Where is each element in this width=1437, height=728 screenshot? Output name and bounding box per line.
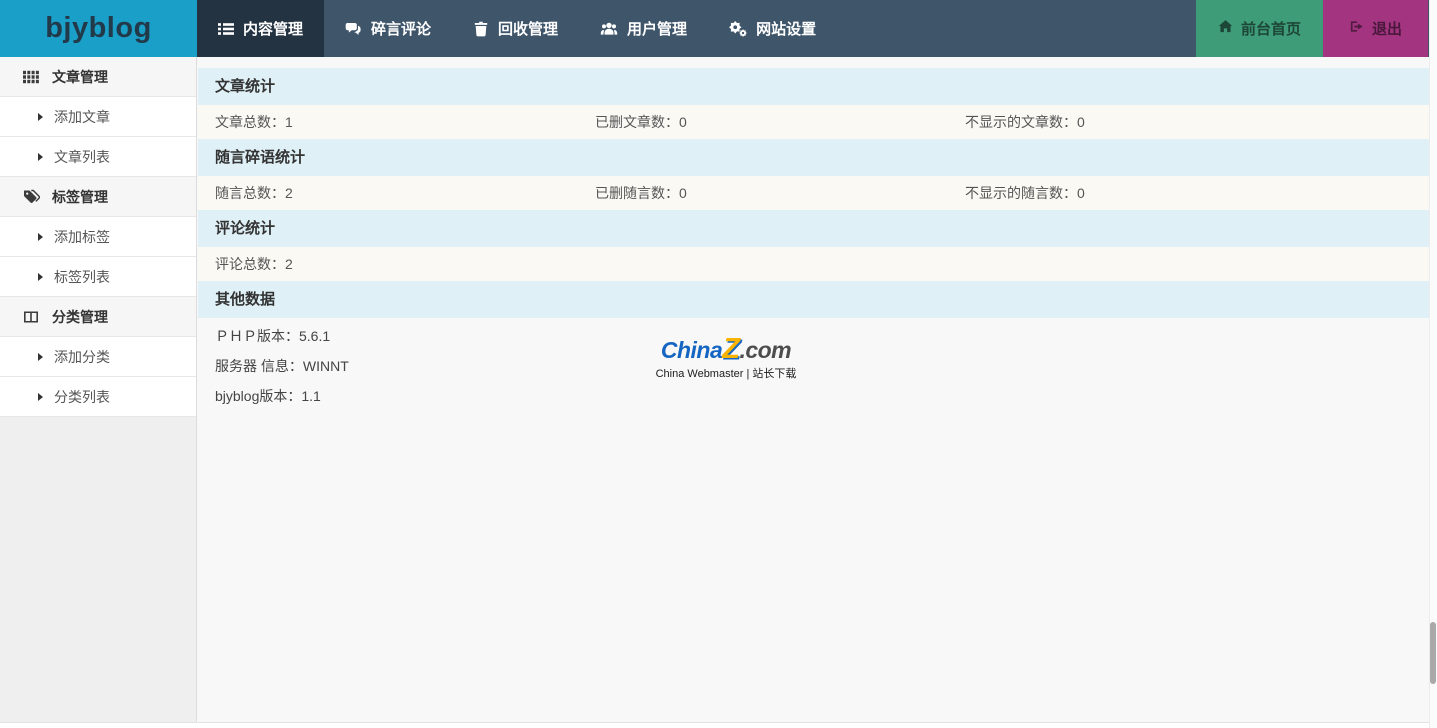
caret-right-icon — [38, 233, 43, 241]
logo[interactable]: bjyblog — [0, 0, 197, 57]
nav-item-label: 网站设置 — [756, 18, 816, 39]
other-data-body: ＰＨＰ版本：5.6.1 服务器 信息：WINNT bjyblog版本：1.1 C… — [198, 318, 1429, 423]
gears-icon — [729, 21, 747, 37]
nav-item-users[interactable]: 用户管理 — [579, 0, 708, 57]
chinaz-logo-z: Z — [722, 333, 739, 365]
stats-row: 文章总数：1 已删文章数：0 不显示的文章数：0 — [198, 105, 1429, 139]
sidebar-item-article-list[interactable]: 文章列表 — [0, 137, 196, 177]
logout-label: 退出 — [1372, 18, 1402, 39]
sidebar-item-add-article[interactable]: 添加文章 — [0, 97, 196, 137]
sidebar-item-label: 文章管理 — [52, 67, 108, 87]
sidebar-item-tag-list[interactable]: 标签列表 — [0, 257, 196, 297]
sidebar-item-label: 添加标签 — [54, 227, 110, 247]
nav-item-comments[interactable]: 碎言评论 — [324, 0, 452, 57]
trash-icon — [473, 21, 489, 37]
stat-text: 不显示的随言数：0 — [965, 183, 1085, 203]
front-page-label: 前台首页 — [1241, 18, 1301, 39]
logo-text: bjyblog — [45, 12, 152, 45]
section-title-other-data: 其他数据 — [198, 281, 1429, 318]
caret-right-icon — [38, 353, 43, 361]
sidebar-item-label: 标签管理 — [52, 187, 108, 207]
admin-dashboard: bjyblog 内容管理 碎言评论 回收管理 — [0, 0, 1437, 728]
stat-text: 已删随言数：0 — [595, 183, 965, 203]
sidebar-item-label: 添加分类 — [54, 347, 110, 367]
stats-panel: 文章统计 文章总数：1 已删文章数：0 不显示的文章数：0 随言碎语统计 随言总… — [198, 57, 1429, 423]
front-page-button[interactable]: 前台首页 — [1196, 0, 1323, 57]
section-title-article-stats: 文章统计 — [198, 68, 1429, 105]
stat-text: 随言总数：2 — [215, 183, 595, 203]
top-bar: bjyblog 内容管理 碎言评论 回收管理 — [0, 0, 1437, 57]
nav-item-label: 用户管理 — [627, 18, 687, 39]
window-bottom-edge — [0, 722, 1437, 728]
nav-item-site-settings[interactable]: 网站设置 — [708, 0, 837, 57]
nav-item-content-manage[interactable]: 内容管理 — [197, 0, 324, 57]
stat-text: 文章总数：1 — [215, 112, 595, 132]
tags-icon — [23, 189, 40, 205]
scrollbar-track[interactable] — [1429, 0, 1437, 728]
blog-version-line: bjyblog版本：1.1 — [198, 381, 1429, 411]
columns-icon — [23, 309, 40, 325]
comments-icon — [345, 21, 362, 37]
sidebar-item-label: 文章列表 — [54, 147, 110, 167]
list-icon — [218, 21, 234, 37]
chinaz-watermark[interactable]: ChinaZ.com China Webmaster | 站长下载 — [641, 336, 811, 381]
stat-text: 评论总数：2 — [215, 254, 595, 274]
chinaz-logo-com: .com — [739, 337, 791, 363]
sidebar-item-category-list[interactable]: 分类列表 — [0, 377, 196, 417]
sidebar-item-add-tag[interactable]: 添加标签 — [0, 217, 196, 257]
logout-button[interactable]: 退出 — [1323, 0, 1428, 57]
home-icon — [1218, 19, 1233, 38]
chinaz-logo-china: China — [661, 337, 722, 363]
stats-row: 评论总数：2 — [198, 247, 1429, 281]
sidebar-item-article-manage[interactable]: 文章管理 — [0, 57, 196, 97]
server-info-line: 服务器 信息：WINNT — [198, 351, 1429, 381]
section-title-comment-stats: 评论统计 — [198, 210, 1429, 247]
chinaz-tagline: China Webmaster | 站长下载 — [641, 365, 811, 381]
scrollbar-thumb[interactable] — [1430, 622, 1436, 684]
stat-text: 不显示的文章数：0 — [965, 112, 1085, 132]
sidebar-item-label: 标签列表 — [54, 267, 110, 287]
nav-item-label: 回收管理 — [498, 18, 558, 39]
sidebar: 文章管理 添加文章 文章列表 标签管理 添加标签 标签列表 — [0, 57, 197, 722]
main-nav: 内容管理 碎言评论 回收管理 用户管理 — [197, 0, 1437, 57]
sidebar-item-category-manage[interactable]: 分类管理 — [0, 297, 196, 337]
nav-item-label: 内容管理 — [243, 18, 303, 39]
caret-right-icon — [38, 393, 43, 401]
section-title-whisper-stats: 随言碎语统计 — [198, 139, 1429, 176]
sidebar-item-label: 分类列表 — [54, 387, 110, 407]
sidebar-item-label: 分类管理 — [52, 307, 108, 327]
sidebar-item-label: 添加文章 — [54, 107, 110, 127]
main-content: 文章统计 文章总数：1 已删文章数：0 不显示的文章数：0 随言碎语统计 随言总… — [198, 57, 1429, 722]
chinaz-logo: ChinaZ.com — [641, 336, 811, 363]
grid-icon — [23, 69, 40, 85]
users-icon — [600, 21, 618, 37]
php-version-line: ＰＨＰ版本：5.6.1 — [198, 321, 1429, 351]
sidebar-item-tag-manage[interactable]: 标签管理 — [0, 177, 196, 217]
sidebar-item-add-category[interactable]: 添加分类 — [0, 337, 196, 377]
stat-text: 已删文章数：0 — [595, 112, 965, 132]
stats-row: 随言总数：2 已删随言数：0 不显示的随言数：0 — [198, 176, 1429, 210]
nav-item-recycle[interactable]: 回收管理 — [452, 0, 579, 57]
caret-right-icon — [38, 113, 43, 121]
sign-out-icon — [1349, 19, 1364, 38]
nav-item-label: 碎言评论 — [371, 18, 431, 39]
nav-spacer — [837, 0, 1196, 57]
caret-right-icon — [38, 273, 43, 281]
caret-right-icon — [38, 153, 43, 161]
